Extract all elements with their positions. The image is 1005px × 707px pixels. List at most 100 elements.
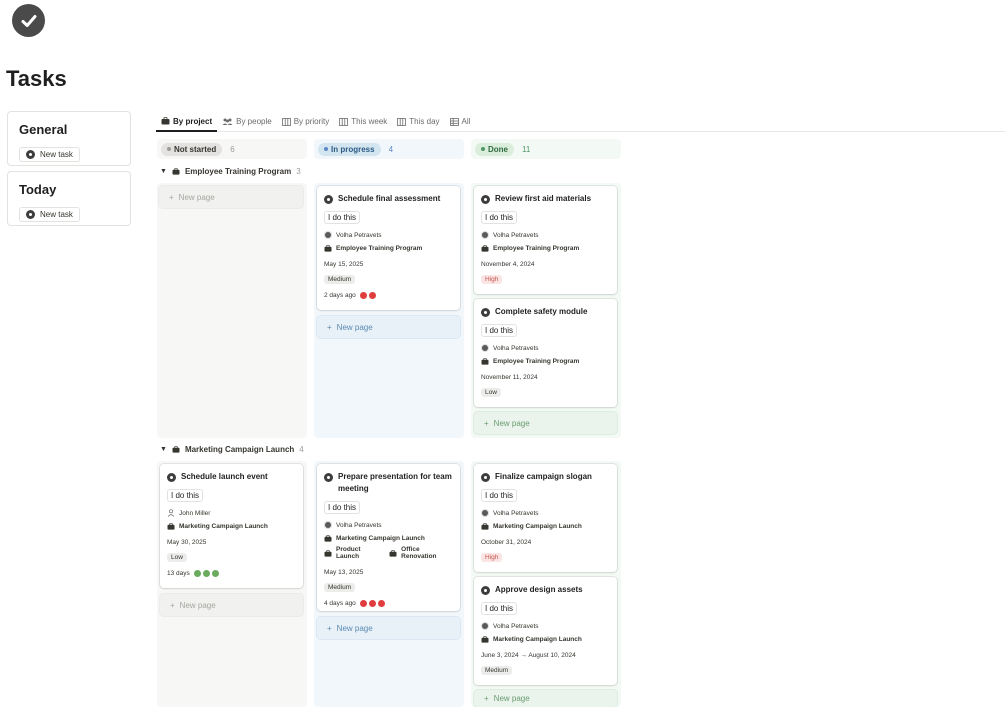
board-icon: [339, 117, 349, 126]
assignment-tag: I do this: [167, 489, 204, 502]
status-pill[interactable]: Not started: [161, 142, 223, 156]
task-card[interactable]: Approve design assets I do this Volha Pe…: [474, 577, 617, 685]
status-dot: [377, 600, 385, 607]
column-header-in-progress: In progress 4: [314, 139, 464, 159]
project-link[interactable]: Marketing Campaign Launch: [493, 636, 582, 643]
plus-icon: +: [484, 418, 489, 428]
collapse-arrow-icon[interactable]: ▼: [160, 168, 167, 175]
task-title: Schedule launch event: [181, 472, 268, 481]
new-task-label: New task: [40, 210, 73, 219]
briefcase-icon: [161, 117, 170, 125]
tab-by-priority[interactable]: By priority: [277, 112, 335, 131]
tab-all[interactable]: All: [445, 112, 476, 131]
status-pill[interactable]: In progress: [318, 142, 381, 156]
assignment-tag: I do this: [481, 324, 518, 337]
assignee: Volha Petravets: [493, 344, 539, 352]
task-circle-icon: [481, 585, 490, 595]
briefcase-icon: [172, 168, 180, 175]
new-task-button[interactable]: New task: [19, 207, 80, 222]
group-count: 4: [299, 445, 304, 454]
assignment-tag: I do this: [481, 602, 518, 615]
due-label: 2 days ago: [324, 292, 356, 299]
task-date: June 3, 2024 → August 10, 2024: [481, 652, 576, 659]
table-icon: [449, 117, 459, 126]
briefcase-icon: [481, 358, 489, 365]
project-link[interactable]: Office Renovation: [401, 546, 453, 560]
plus-icon: +: [484, 694, 489, 703]
task-circle-icon: [26, 210, 35, 219]
new-page-button[interactable]: + New page: [159, 186, 303, 208]
project-link[interactable]: Product Launch: [336, 546, 382, 560]
new-page-button[interactable]: + New page: [474, 412, 617, 434]
avatar: [324, 521, 332, 529]
new-task-button[interactable]: New task: [19, 147, 80, 162]
group-header-employee-training[interactable]: ▼ Employee Training Program 3: [160, 167, 301, 176]
project-link[interactable]: Employee Training Program: [336, 245, 422, 252]
priority-badge: High: [481, 275, 503, 284]
due-label: 13 days: [167, 570, 190, 577]
status-dot: [359, 292, 367, 299]
new-page-button[interactable]: + New page: [317, 617, 460, 639]
priority-badge: High: [481, 553, 503, 562]
task-circle-icon: [481, 472, 490, 482]
avatar: [481, 231, 489, 239]
task-date: May 13, 2025: [324, 569, 364, 576]
tab-by-project[interactable]: By project: [156, 112, 218, 132]
assignment-tag: I do this: [481, 489, 518, 502]
status-dot: [211, 570, 219, 577]
briefcase-icon: [481, 523, 489, 530]
task-card[interactable]: Finalize campaign slogan I do this Volha…: [474, 464, 617, 572]
task-circle-icon: [167, 472, 176, 482]
group-name: Marketing Campaign Launch: [184, 445, 295, 454]
task-date: May 15, 2025: [324, 261, 364, 268]
task-circle-icon: [324, 472, 333, 482]
assignee: Volha Petravets: [336, 231, 382, 239]
task-card[interactable]: Complete safety module I do this Volha P…: [474, 299, 617, 407]
assignee: Volha Petravets: [493, 231, 539, 239]
board-icon: [397, 117, 407, 126]
project-link[interactable]: Marketing Campaign Launch: [179, 523, 268, 530]
project-link[interactable]: Employee Training Program: [493, 245, 579, 252]
task-circle-icon: [481, 194, 490, 204]
status-dot: [368, 292, 376, 299]
plus-icon: +: [327, 322, 332, 332]
status-dot: [368, 600, 376, 607]
task-title: Approve design assets: [495, 585, 583, 594]
new-page-button[interactable]: + New page: [474, 690, 617, 707]
briefcase-icon: [324, 535, 332, 542]
project-link[interactable]: Marketing Campaign Launch: [336, 535, 425, 542]
board-icon: [281, 117, 291, 126]
tab-by-people[interactable]: By people: [217, 112, 277, 131]
avatar: [481, 622, 489, 630]
plus-icon: +: [327, 623, 332, 633]
new-page-button[interactable]: + New page: [160, 594, 303, 616]
tab-this-week[interactable]: This week: [334, 112, 392, 131]
task-card[interactable]: Prepare presentation for team meeting I …: [317, 464, 460, 611]
status-pill[interactable]: Done: [475, 142, 514, 156]
assignee: John Miller: [179, 509, 211, 517]
avatar: [481, 509, 489, 517]
project-link[interactable]: Employee Training Program: [493, 358, 579, 365]
task-title: Complete safety module: [495, 307, 588, 316]
assignee: Volha Petravets: [336, 521, 382, 529]
assignment-tag: I do this: [324, 501, 361, 514]
column-count: 6: [230, 144, 235, 154]
assignee: Volha Petravets: [493, 509, 539, 517]
column-header-not-started: Not started 6: [157, 139, 307, 159]
tab-this-day[interactable]: This day: [392, 112, 444, 131]
status-dot: [202, 570, 210, 577]
app-logo-check-icon: [12, 4, 45, 37]
briefcase-icon: [389, 549, 397, 557]
sidebar-card-title: Today: [19, 182, 57, 197]
project-link[interactable]: Marketing Campaign Launch: [493, 523, 582, 530]
task-card[interactable]: Schedule launch event I do this John Mil…: [160, 464, 303, 588]
group-header-marketing-campaign[interactable]: ▼ Marketing Campaign Launch 4: [160, 445, 304, 454]
priority-badge: Medium: [481, 666, 513, 675]
collapse-arrow-icon[interactable]: ▼: [160, 446, 167, 453]
status-dot: [193, 570, 201, 577]
task-card[interactable]: Schedule final assessment I do this Volh…: [317, 186, 460, 310]
priority-badge: Medium: [324, 583, 356, 592]
task-card[interactable]: Review first aid materials I do this Vol…: [474, 186, 617, 294]
new-page-button[interactable]: + New page: [317, 316, 460, 338]
status-dot: [359, 600, 367, 607]
